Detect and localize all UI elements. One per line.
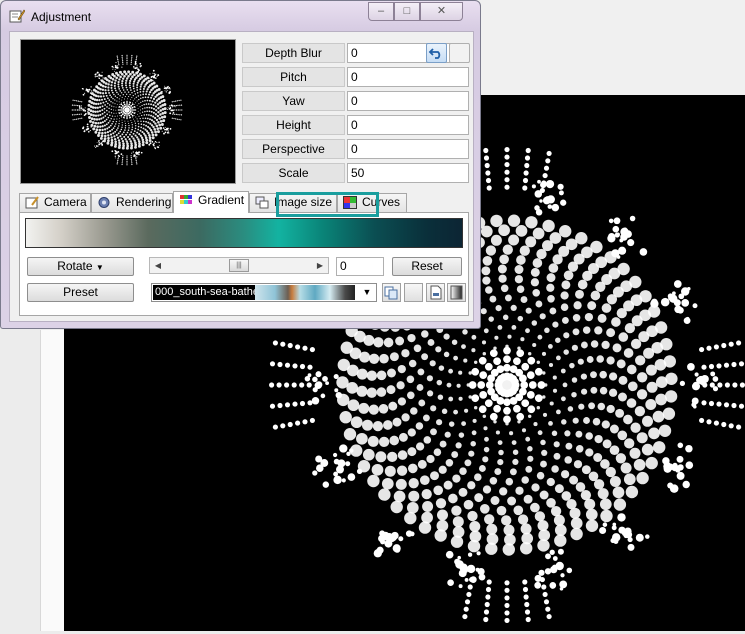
scroll-left-icon[interactable]: ◀ <box>151 258 165 273</box>
param-input[interactable]: 0 <box>347 67 469 87</box>
camera-icon <box>25 196 39 209</box>
param-label: Scale <box>242 163 345 183</box>
save-gradient-button[interactable] <box>426 283 445 302</box>
edit-icon <box>9 9 25 23</box>
rotate-button[interactable]: Rotate ▼ <box>27 257 134 276</box>
minimize-button[interactable]: – <box>368 2 394 21</box>
param-input[interactable]: 0 <box>347 139 469 159</box>
redo-button[interactable] <box>449 43 470 63</box>
tab-strip: Camera Rendering Gradient Image size Cur… <box>19 191 469 212</box>
image-size-icon <box>255 196 269 209</box>
rotate-label: Rotate <box>57 259 92 273</box>
gradient-preview-bar[interactable] <box>25 218 463 248</box>
rotate-scrollbar[interactable]: ◀ ||| ▶ <box>149 257 329 274</box>
tab-gradient[interactable]: Gradient <box>173 191 249 213</box>
palette-icon <box>179 194 193 207</box>
preview-pane <box>20 39 236 184</box>
curves-icon <box>343 196 357 209</box>
gradient-panel: Rotate ▼ ◀ ||| ▶ 0 Reset Preset 000_sout… <box>19 212 469 316</box>
tab-curves[interactable]: Curves <box>337 193 407 212</box>
tab-label: Image size <box>274 195 332 209</box>
chevron-down-icon: ▼ <box>96 263 104 272</box>
tab-label: Rendering <box>116 195 171 209</box>
copy-gradient-button[interactable] <box>382 283 401 302</box>
preset-name: 000_south-sea-bathe <box>153 285 255 300</box>
background-window-area <box>478 0 745 95</box>
param-label: Depth Blur <box>242 43 345 63</box>
tab-rendering[interactable]: Rendering <box>91 193 173 212</box>
tab-label: Curves <box>362 195 400 209</box>
copy-icon <box>383 284 400 301</box>
window-title: Adjustment <box>31 10 91 24</box>
fractal-preview-image <box>21 40 235 183</box>
tab-label: Camera <box>44 195 87 209</box>
reset-button[interactable]: Reset <box>392 257 462 276</box>
gear-icon <box>97 196 111 209</box>
paste-gradient-button[interactable] <box>404 283 423 302</box>
preset-button[interactable]: Preset <box>27 283 134 302</box>
minimize-icon: – <box>378 5 384 17</box>
gradient-preset-select[interactable]: 000_south-sea-bathe ▼ <box>151 283 377 302</box>
dialog-client-area: Depth Blur 0 Pitch 0 Yaw 0 Height 0 Pers… <box>9 31 474 322</box>
tab-camera[interactable]: Camera <box>19 193 91 212</box>
param-label: Height <box>242 115 345 135</box>
param-label: Pitch <box>242 67 345 87</box>
tab-image-size[interactable]: Image size <box>249 193 337 212</box>
preset-gradient-swatch <box>255 285 355 300</box>
adjustment-dialog: Adjustment – □ ✕ Depth Blur 0 Pitch 0 Ya… <box>0 0 481 329</box>
maximize-button[interactable]: □ <box>394 2 420 21</box>
scrollbar-thumb[interactable]: ||| <box>229 259 249 272</box>
param-label: Yaw <box>242 91 345 111</box>
gradient-icon <box>448 284 465 301</box>
close-button[interactable]: ✕ <box>420 2 463 21</box>
undo-button[interactable] <box>426 43 447 63</box>
close-icon: ✕ <box>437 5 446 17</box>
param-input[interactable]: 0 <box>347 91 469 111</box>
param-label: Perspective <box>242 139 345 159</box>
scroll-right-icon[interactable]: ▶ <box>313 258 327 273</box>
chevron-down-icon[interactable]: ▼ <box>358 284 376 301</box>
param-input[interactable]: 0 <box>347 115 469 135</box>
gradient-editor-button[interactable] <box>447 283 466 302</box>
undo-icon <box>427 44 446 62</box>
background-window-edge <box>40 330 65 631</box>
rotate-value-input[interactable]: 0 <box>336 257 384 276</box>
maximize-icon: □ <box>404 5 411 17</box>
document-icon <box>427 284 444 301</box>
param-input[interactable]: 50 <box>347 163 469 183</box>
tab-label: Gradient <box>198 193 244 207</box>
